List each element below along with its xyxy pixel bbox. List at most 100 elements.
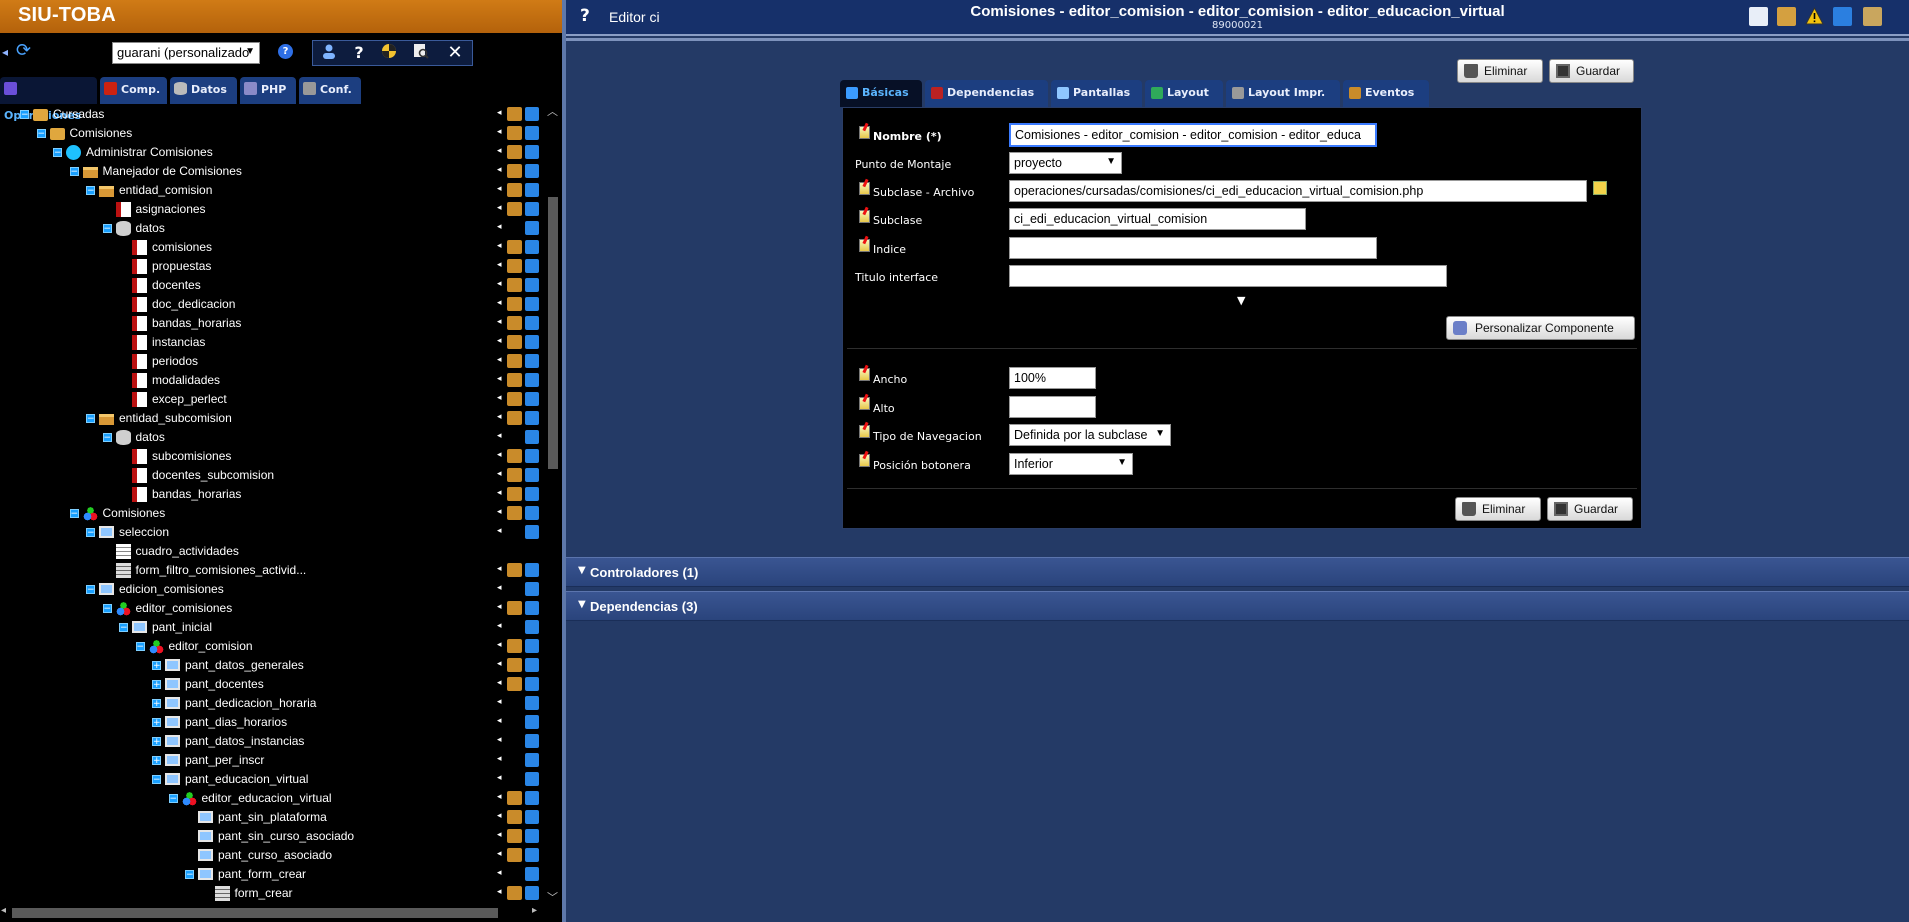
basket-icon[interactable] (525, 563, 539, 577)
info-icon[interactable]: ? (278, 44, 293, 59)
edit-node-icon[interactable] (507, 240, 522, 254)
tree-node-label[interactable]: Administrar Comisiones (86, 145, 213, 159)
tree-node[interactable]: pant_curso_asociado ◂ (0, 846, 545, 865)
expand-left-icon[interactable]: ◂ (497, 469, 502, 479)
tree-node[interactable]: − datos ◂ (0, 219, 545, 238)
collapse-icon[interactable]: − (69, 167, 79, 177)
tree-node[interactable]: − Comisiones ◂ (0, 124, 545, 143)
tree-node-label[interactable]: Manejador de Comisiones (103, 164, 242, 178)
expand-left-icon[interactable]: ◂ (497, 830, 502, 840)
edit-node-icon[interactable] (507, 297, 522, 311)
basket-icon[interactable] (525, 525, 539, 539)
collapse-icon[interactable]: − (168, 794, 178, 804)
tree-node-label[interactable]: pant_educacion_virtual (185, 772, 308, 786)
edit-node-icon[interactable] (507, 601, 522, 615)
tab-layout-impr[interactable]: Layout Impr. (1226, 80, 1340, 107)
collapse-icon[interactable]: − (86, 414, 95, 424)
basket-icon[interactable] (525, 791, 539, 805)
project-select[interactable]: guarani (personalizado ▼ (112, 42, 260, 64)
tree-node-label[interactable]: pant_inicial (152, 620, 212, 634)
edit-icon[interactable] (1777, 7, 1796, 26)
expand-left-icon[interactable]: ◂ (497, 849, 502, 859)
tipo-navegacion-select[interactable]: Definida por la subclase ▼ (1009, 424, 1171, 446)
indice-input[interactable] (1009, 237, 1377, 259)
expand-left-icon[interactable]: ◂ (497, 279, 502, 289)
tree-vertical-scrollbar[interactable]: ︿ ﹀ (546, 105, 560, 905)
edit-node-icon[interactable] (507, 829, 522, 843)
edit-node-icon[interactable] (507, 449, 522, 463)
basket-icon[interactable] (525, 715, 539, 729)
document-icon[interactable] (1749, 7, 1768, 26)
tree-node[interactable]: − pant_educacion_virtual ◂ (0, 770, 545, 789)
scroll-down-icon[interactable]: ﹀ (547, 889, 558, 905)
tab-conf[interactable]: Conf. (299, 77, 361, 104)
edit-node-icon[interactable] (507, 639, 522, 653)
tree-node-label[interactable]: comisiones (152, 240, 212, 254)
basket-icon[interactable] (525, 297, 539, 311)
edit-node-icon[interactable] (507, 810, 522, 824)
basket-icon[interactable] (525, 487, 539, 501)
tree-node-label[interactable]: cuadro_actividades (136, 544, 239, 558)
edit-node-icon[interactable] (507, 107, 522, 121)
tree-node[interactable]: − Administrar Comisiones ◂ (0, 143, 545, 162)
tree-node-label[interactable]: pant_sin_plataforma (218, 810, 327, 824)
tree-node[interactable]: + pant_docentes ◂ (0, 675, 545, 694)
basket-icon[interactable] (525, 601, 539, 615)
expand-left-icon[interactable]: ◂ (497, 127, 502, 137)
basket-icon[interactable] (525, 867, 539, 881)
tree-node[interactable]: + pant_dedicacion_horaria ◂ (0, 694, 545, 713)
basket-icon[interactable] (525, 259, 539, 273)
expand-left-icon[interactable]: ◂ (497, 716, 502, 726)
tree-node[interactable]: cuadro_actividades (0, 542, 545, 561)
layout-icon[interactable] (1833, 7, 1852, 26)
edit-node-icon[interactable] (507, 487, 522, 501)
collapse-icon[interactable]: − (102, 604, 112, 614)
tree-node[interactable]: docentes_subcomision ◂ (0, 466, 545, 485)
edit-node-icon[interactable] (507, 354, 522, 368)
tree-node-label[interactable]: pant_sin_curso_asociado (218, 829, 354, 843)
basket-icon[interactable] (525, 202, 539, 216)
collapse-icon[interactable]: − (86, 585, 95, 595)
expand-left-icon[interactable]: ◂ (497, 621, 502, 631)
basket-icon[interactable] (525, 449, 539, 463)
expand-left-icon[interactable]: ◂ (497, 659, 502, 669)
scroll-left-icon[interactable]: ◂ (1, 905, 6, 916)
tree-node-label[interactable]: edicion_comisiones (119, 582, 224, 596)
expand-left-icon[interactable]: ◂ (497, 108, 502, 118)
expand-left-icon[interactable]: ◂ (497, 868, 502, 878)
debug-icon[interactable] (377, 43, 401, 63)
expand-left-icon[interactable]: ◂ (497, 697, 502, 707)
basket-icon[interactable] (525, 677, 539, 691)
expand-left-icon[interactable]: ◂ (497, 735, 502, 745)
tree-node[interactable]: − Comisiones ◂ (0, 504, 545, 523)
edit-node-icon[interactable] (507, 202, 522, 216)
tree-node[interactable]: − editor_comisiones ◂ (0, 599, 545, 618)
tree-node-label[interactable]: bandas_horarias (152, 316, 241, 330)
basket-icon[interactable] (525, 335, 539, 349)
help-icon[interactable]: ? (347, 43, 371, 63)
tree-node-label[interactable]: form_crear (235, 886, 293, 900)
tree-node-label[interactable]: periodos (152, 354, 198, 368)
expand-left-icon[interactable]: ◂ (497, 431, 502, 441)
tree-node[interactable]: − pant_form_crear ◂ (0, 865, 545, 884)
basket-icon[interactable] (525, 392, 539, 406)
tree-node-label[interactable]: Comisiones (70, 126, 133, 140)
expand-left-icon[interactable]: ◂ (497, 298, 502, 308)
scroll-right-icon[interactable]: ▸ (532, 905, 537, 916)
tree-node-label[interactable]: propuestas (152, 259, 211, 273)
tree-node-label[interactable]: entidad_subcomision (119, 411, 232, 425)
expand-left-icon[interactable]: ◂ (497, 811, 502, 821)
basket-icon[interactable] (525, 354, 539, 368)
scroll-thumb[interactable] (548, 197, 558, 469)
tree-node[interactable]: bandas_horarias ◂ (0, 485, 545, 504)
basket-icon[interactable] (525, 126, 539, 140)
edit-node-icon[interactable] (507, 126, 522, 140)
tab-eventos[interactable]: Eventos (1343, 80, 1429, 107)
tree-node[interactable]: periodos ◂ (0, 352, 545, 371)
tree-node-label[interactable]: editor_comisiones (136, 601, 233, 615)
expand-icon[interactable]: + (152, 680, 161, 690)
basket-icon[interactable] (525, 506, 539, 520)
expand-left-icon[interactable]: ◂ (497, 678, 502, 688)
expand-left-icon[interactable]: ◂ (497, 336, 502, 346)
tree-node[interactable]: instancias ◂ (0, 333, 545, 352)
